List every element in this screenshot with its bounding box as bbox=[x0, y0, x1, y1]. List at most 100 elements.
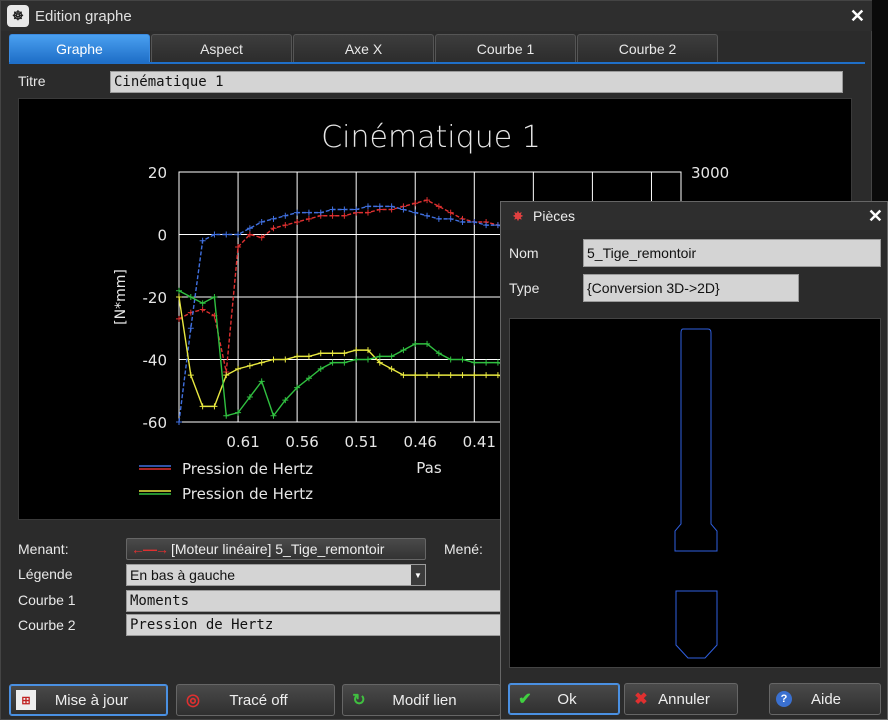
pieces-title: Pièces bbox=[533, 208, 576, 224]
piece-lower-tip bbox=[675, 590, 718, 659]
menant-button[interactable]: ←—→ [Moteur linéaire] 5_Tige_remontoir bbox=[126, 538, 426, 560]
series-point-2 bbox=[305, 353, 312, 360]
legend-label-1: Pression de Hertz bbox=[182, 485, 313, 503]
type-value: {Conversion 3D->2D} bbox=[583, 274, 799, 302]
legende-value: En bas à gauche bbox=[130, 567, 236, 583]
close-icon[interactable]: ✕ bbox=[850, 6, 865, 27]
refresh-arrow-icon: ↻ bbox=[352, 692, 366, 709]
series-point-0 bbox=[412, 200, 419, 207]
series-point-0 bbox=[364, 209, 371, 216]
legende-select[interactable]: En bas à gauche ▼ bbox=[126, 564, 426, 586]
series-point-3 bbox=[341, 359, 348, 366]
series-point-1 bbox=[483, 222, 490, 229]
piece-upper-shaft bbox=[674, 328, 718, 552]
series-point-1 bbox=[176, 419, 182, 425]
x-tick-label: 0.51 bbox=[344, 433, 377, 451]
help-icon: ? bbox=[776, 691, 792, 707]
series-point-2 bbox=[258, 359, 265, 366]
series-point-2 bbox=[353, 347, 360, 354]
series-point-3 bbox=[223, 412, 230, 419]
trace-off-button[interactable]: ◎ Tracé off bbox=[176, 684, 335, 716]
modif-lien-button[interactable]: ↻ Modif lien bbox=[342, 684, 501, 716]
series-point-0 bbox=[199, 306, 206, 313]
y-tick-label: 20 bbox=[148, 164, 167, 182]
series-point-2 bbox=[400, 372, 407, 379]
annuler-button[interactable]: ✖ Annuler bbox=[624, 683, 738, 715]
y2-tick-label: 3000 bbox=[691, 164, 729, 182]
link-line-icon: ←—→ bbox=[131, 541, 169, 557]
series-point-1 bbox=[388, 203, 395, 210]
record-stop-icon: ◎ bbox=[186, 692, 200, 709]
app-icon: ☸ bbox=[7, 5, 29, 27]
series-point-1 bbox=[246, 225, 253, 232]
window-title: Edition graphe bbox=[35, 7, 132, 25]
aide-button[interactable]: ? Aide bbox=[769, 683, 881, 715]
tab-courbe-1[interactable]: Courbe 1 bbox=[435, 34, 576, 62]
courbe1-input[interactable]: Moments bbox=[126, 590, 501, 612]
series-point-1 bbox=[199, 237, 206, 244]
series-point-2 bbox=[187, 372, 194, 379]
mise-a-jour-button[interactable]: ⊞ Mise à jour bbox=[9, 684, 168, 716]
series-point-1 bbox=[282, 212, 289, 219]
series-point-3 bbox=[376, 353, 383, 360]
series-point-0 bbox=[294, 219, 301, 225]
nom-input[interactable]: 5_Tige_remontoir bbox=[583, 239, 881, 267]
series-point-1 bbox=[435, 215, 442, 222]
trace-off-label: Tracé off bbox=[229, 691, 288, 709]
series-point-2 bbox=[329, 350, 336, 357]
legende-label: Légende bbox=[18, 566, 73, 582]
tab-axe-x[interactable]: Axe X bbox=[293, 34, 434, 62]
pieces-dialog: ✸ Pièces ✕ Nom 5_Tige_remontoir Type {Co… bbox=[500, 201, 888, 720]
tab-underline bbox=[9, 62, 865, 64]
ok-label: Ok bbox=[557, 690, 577, 708]
series-point-1 bbox=[471, 219, 478, 225]
series-point-2 bbox=[199, 403, 206, 410]
y-tick-label: 0 bbox=[157, 227, 167, 245]
tab-graphe[interactable]: Graphe bbox=[9, 34, 150, 62]
nom-label: Nom bbox=[509, 245, 539, 261]
series-point-3 bbox=[176, 287, 182, 294]
series-point-3 bbox=[447, 356, 454, 363]
mene-label: Mené: bbox=[444, 541, 483, 557]
aide-label: Aide bbox=[810, 690, 842, 708]
titre-input[interactable]: Cinématique 1 bbox=[110, 71, 843, 93]
courbe2-label: Courbe 2 bbox=[18, 617, 76, 633]
series-point-1 bbox=[424, 212, 431, 219]
series-point-2 bbox=[235, 365, 242, 372]
modif-lien-label: Modif lien bbox=[392, 691, 457, 709]
series-point-1 bbox=[317, 209, 324, 216]
series-point-2 bbox=[412, 372, 419, 379]
series-point-1 bbox=[270, 215, 277, 222]
menant-label: Menant: bbox=[18, 541, 69, 557]
ok-button[interactable]: ✔ Ok bbox=[508, 683, 620, 715]
legend-label-0: Pression de Hertz bbox=[182, 460, 313, 478]
series-point-2 bbox=[341, 350, 348, 357]
series-point-0 bbox=[435, 203, 442, 210]
update-grid-icon: ⊞ bbox=[16, 690, 36, 710]
series-point-2 bbox=[471, 372, 478, 379]
series-point-1 bbox=[459, 219, 466, 225]
annuler-label: Annuler bbox=[658, 690, 710, 708]
y-axis-label: [N*mm] bbox=[113, 269, 129, 325]
series-point-0 bbox=[270, 225, 277, 232]
tab-aspect[interactable]: Aspect bbox=[151, 34, 292, 62]
series-point-3 bbox=[483, 359, 490, 366]
pieces-titlebar[interactable]: ✸ Pièces ✕ bbox=[501, 202, 887, 230]
chevron-down-icon[interactable]: ▼ bbox=[411, 565, 425, 585]
series-point-1 bbox=[211, 231, 218, 238]
x-axis-label: Pas bbox=[416, 459, 442, 477]
pieces-icon: ✸ bbox=[512, 207, 524, 224]
x-tick-label: 0.61 bbox=[226, 433, 259, 451]
close-icon[interactable]: ✕ bbox=[868, 206, 883, 227]
tab-courbe-2[interactable]: Courbe 2 bbox=[577, 34, 718, 62]
menant-value: [Moteur linéaire] 5_Tige_remontoir bbox=[171, 541, 385, 557]
y-tick-label: -20 bbox=[143, 289, 168, 307]
mise-a-jour-label: Mise à jour bbox=[54, 691, 129, 709]
series-point-1 bbox=[376, 203, 383, 210]
series-point-1 bbox=[294, 209, 301, 216]
series-point-3 bbox=[211, 294, 218, 300]
window-titlebar[interactable]: ☸ Edition graphe ✕ bbox=[1, 1, 873, 31]
piece-outline-svg bbox=[674, 328, 718, 659]
courbe2-input[interactable]: Pression de Hertz bbox=[126, 614, 501, 636]
series-point-0 bbox=[329, 212, 336, 219]
